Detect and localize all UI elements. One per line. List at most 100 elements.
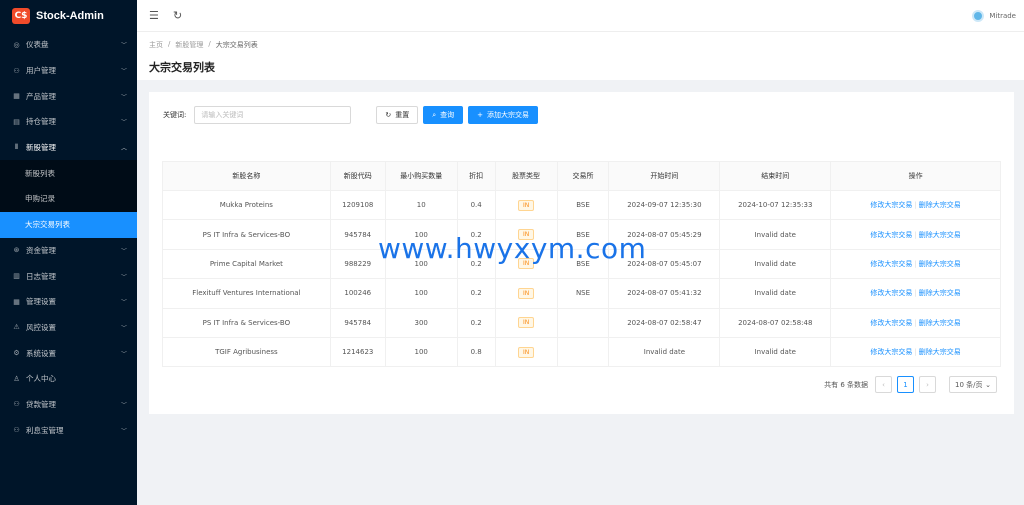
delete-block-trade-link[interactable]: 删除大宗交易 <box>919 348 961 356</box>
sidebar-item-holdings[interactable]: ▤ 持仓管理 ﹀ <box>0 109 137 135</box>
cell-min-quantity: 10 <box>384 189 458 221</box>
action-divider: | <box>914 201 917 210</box>
pagination: 共有 6 条数据 ‹ 1 › 10 条/页 ⌄ <box>824 376 997 393</box>
reset-label: 重置 <box>395 111 410 119</box>
table-row: TGIF Agribusiness 1214623 100 0.8 IN Invalid … <box>162 336 1001 368</box>
column-header: 新股代码 <box>329 161 386 191</box>
keyword-input[interactable] <box>194 106 352 124</box>
table-row: Flexituff Ventures International 100246 10… <box>162 278 1001 309</box>
stock-type-badge: IN <box>517 346 535 358</box>
sidebar-item-dashboard-label: 仪表盘 <box>26 40 49 50</box>
sidebar-menu: ◎ 仪表盘 ﹀ ⚇ 用户管理 ﹀ ▦ 产品管理 ﹀ ▤ 持仓管理 ﹀ ⫴ 新股管理 ︿ <box>0 32 137 160</box>
breadcrumb-ipo[interactable]: 新股管理 <box>175 40 203 50</box>
action-divider: | <box>914 230 917 239</box>
sidebar-item-ipo-list[interactable]: 新股列表 <box>0 160 137 186</box>
cell-end-time: Invalid date <box>719 219 832 250</box>
cell-exchange <box>556 336 610 368</box>
user-menu[interactable]: Mitrade <box>972 9 1016 22</box>
action-divider: | <box>914 348 917 357</box>
sidebar-item-ipo-label: 新股管理 <box>26 143 56 153</box>
logo[interactable]: C$ Stock-Admin <box>0 0 137 32</box>
delete-block-trade-link[interactable]: 删除大宗交易 <box>919 231 961 239</box>
chevron-down-icon: ﹀ <box>120 324 127 332</box>
chevron-down-icon: ﹀ <box>120 299 127 307</box>
sidebar: C$ Stock-Admin ◎ 仪表盘 ﹀ ⚇ 用户管理 ﹀ ▦ 产品管理 ﹀ ▤ 持仓管理 ﹀ ⫴ 新… <box>0 0 137 505</box>
user-icon: ♙ <box>13 374 20 383</box>
sidebar-item-logs-label: 日志管理 <box>26 271 56 281</box>
cell-discount: 0.2 <box>456 307 496 338</box>
cell-ipo-name: Mukka Proteins <box>162 189 331 221</box>
cell-end-time: Invalid date <box>719 248 832 280</box>
sidebar-item-loans[interactable]: ⚇ 贷款管理 ﹀ <box>0 392 137 418</box>
column-header: 折扣 <box>456 161 496 191</box>
search-button[interactable]: ⌕ 查询 <box>423 106 464 124</box>
edit-block-trade-link[interactable]: 修改大宗交易 <box>870 289 912 297</box>
chevron-up-icon: ︿ <box>120 145 127 153</box>
sidebar-item-subscription-records[interactable]: 申购记录 <box>0 186 137 212</box>
sidebar-item-products[interactable]: ▦ 产品管理 ﹀ <box>0 83 137 109</box>
stock-type-badge: IN <box>517 287 535 299</box>
breadcrumb-home[interactable]: 主页 <box>149 40 163 50</box>
sidebar-item-subscription-records-label: 申购记录 <box>25 194 55 204</box>
sidebar-item-interest-label: 利息宝管理 <box>26 425 64 435</box>
cell-discount: 0.4 <box>456 189 496 221</box>
risk-warning-icon: ⚠ <box>13 323 20 332</box>
sidebar-submenu-ipo: 新股列表申购记录大宗交易列表 <box>0 160 137 238</box>
breadcrumb: 主页 / 新股管理 / 大宗交易列表 <box>149 40 1012 50</box>
cell-exchange: NSE <box>556 278 610 309</box>
cell-stock-type: IN <box>494 278 558 309</box>
cell-ipo-name: PS IT Infra & Services-BO <box>162 219 331 250</box>
gear-icon: ⚙ <box>13 349 20 358</box>
sidebar-item-admin-settings[interactable]: ▦ 管理设置 ﹀ <box>0 289 137 315</box>
cell-ipo-name: Prime Capital Market <box>162 248 331 280</box>
sidebar-item-dashboard[interactable]: ◎ 仪表盘 ﹀ <box>0 32 137 58</box>
sidebar-item-system-settings[interactable]: ⚙ 系统设置 ﹀ <box>0 340 137 366</box>
page-1-button[interactable]: 1 <box>897 376 914 393</box>
sidebar-item-profile[interactable]: ♙ 个人中心 <box>0 366 137 392</box>
holdings-icon: ▤ <box>13 117 20 126</box>
cell-actions: 修改大宗交易 | 删除大宗交易 <box>830 307 1001 338</box>
cell-ipo-code: 1214623 <box>329 336 386 368</box>
column-header: 开始时间 <box>608 161 721 191</box>
column-header: 结束时间 <box>719 161 832 191</box>
column-header: 股票类型 <box>494 161 558 191</box>
reset-button[interactable]: ↻ 重置 <box>376 106 419 124</box>
menu-fold-icon[interactable]: ☰ <box>149 9 161 22</box>
delete-block-trade-link[interactable]: 删除大宗交易 <box>919 319 961 327</box>
edit-block-trade-link[interactable]: 修改大宗交易 <box>870 231 912 239</box>
sidebar-item-users[interactable]: ⚇ 用户管理 ﹀ <box>0 58 137 84</box>
search-icon: ⌕ <box>432 110 437 119</box>
edit-block-trade-link[interactable]: 修改大宗交易 <box>870 260 912 268</box>
ipo-icon: ⫴ <box>15 143 18 152</box>
cell-stock-type: IN <box>494 189 558 221</box>
username: Mitrade <box>989 11 1016 20</box>
column-header: 新股名称 <box>162 161 331 191</box>
table-row: Mukka Proteins 1209108 10 0.4 IN BSE 2024-09-0… <box>162 189 1001 221</box>
delete-block-trade-link[interactable]: 删除大宗交易 <box>919 260 961 268</box>
edit-block-trade-link[interactable]: 修改大宗交易 <box>870 201 912 209</box>
sidebar-item-block-trade-list[interactable]: 大宗交易列表 <box>0 211 137 238</box>
sidebar-item-funds[interactable]: ⊛ 资金管理 ﹀ <box>0 238 137 264</box>
cell-exchange: BSE <box>556 189 610 221</box>
page-size-select[interactable]: 10 条/页 ⌄ <box>949 376 997 393</box>
sidebar-item-interest[interactable]: ⚇ 利息宝管理 ﹀ <box>0 417 137 443</box>
sidebar-menu-lower: ⊛ 资金管理 ﹀ ▥ 日志管理 ﹀ ▦ 管理设置 ﹀ ⚠ 风控设置 ﹀ ⚙ 系统设置 ﹀ ♙ 个人中心 ⚇ 贷款管理… <box>0 238 137 444</box>
sidebar-item-ipo[interactable]: ⫴ 新股管理 ︿ <box>0 135 137 161</box>
stock-type-badge: IN <box>517 199 535 211</box>
page-title: 大宗交易列表 <box>149 61 215 74</box>
edit-block-trade-link[interactable]: 修改大宗交易 <box>870 319 912 327</box>
delete-block-trade-link[interactable]: 删除大宗交易 <box>919 289 961 297</box>
refresh-icon[interactable]: ↻ <box>173 9 185 22</box>
prev-page-icon[interactable]: ‹ <box>875 376 892 393</box>
next-page-icon[interactable]: › <box>919 376 936 393</box>
edit-block-trade-link[interactable]: 修改大宗交易 <box>870 348 912 356</box>
delete-block-trade-link[interactable]: 删除大宗交易 <box>919 201 961 209</box>
sidebar-item-logs[interactable]: ▥ 日志管理 ﹀ <box>0 263 137 289</box>
chevron-down-icon: ﹀ <box>120 401 127 409</box>
cell-actions: 修改大宗交易 | 删除大宗交易 <box>830 189 1001 221</box>
add-block-trade-button[interactable]: + 添加大宗交易 <box>468 106 539 124</box>
sidebar-item-risk-settings-label: 风控设置 <box>26 322 56 332</box>
sidebar-item-products-label: 产品管理 <box>26 91 56 101</box>
sidebar-item-risk-settings[interactable]: ⚠ 风控设置 ﹀ <box>0 315 137 341</box>
cell-end-time: 2024-10-07 12:35:33 <box>719 189 832 221</box>
